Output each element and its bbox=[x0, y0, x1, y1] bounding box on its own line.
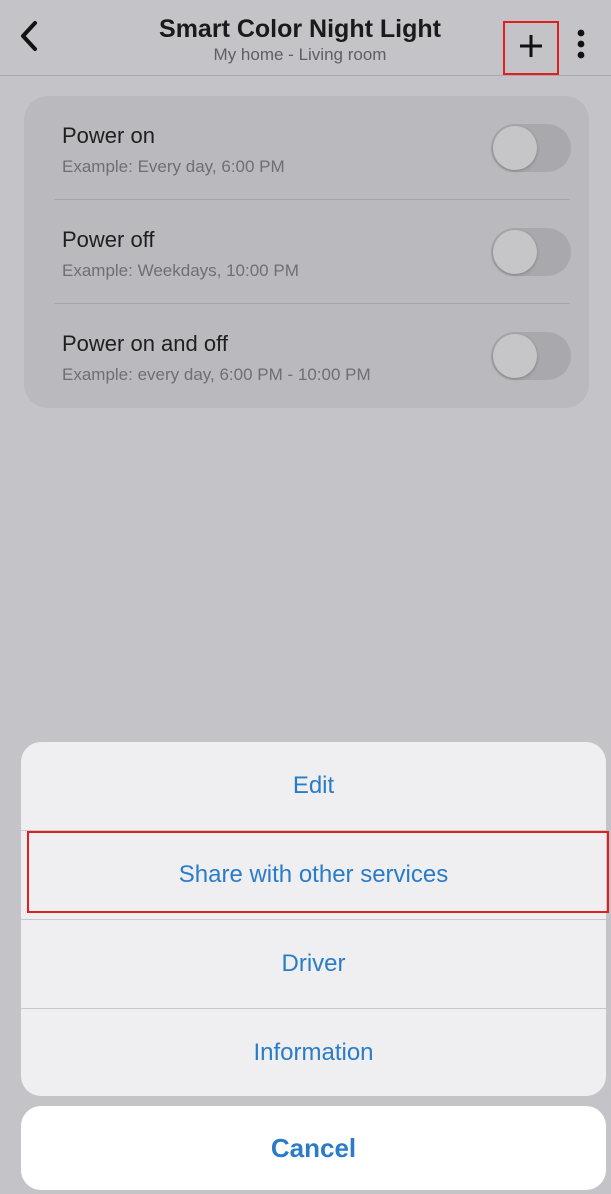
app-header: Smart Color Night Light My home - Living… bbox=[0, 0, 611, 76]
driver-option[interactable]: Driver bbox=[21, 920, 606, 1008]
share-with-other-services-option[interactable]: Share with other services bbox=[21, 831, 606, 919]
chevron-left-icon bbox=[19, 20, 39, 57]
schedule-row-power-on[interactable]: Power on Example: Every day, 6:00 PM bbox=[24, 96, 589, 200]
more-options-button[interactable] bbox=[566, 24, 596, 68]
schedule-example: Example: every day, 6:00 PM - 10:00 PM bbox=[62, 365, 371, 384]
toggle-knob bbox=[493, 230, 537, 274]
cancel-button[interactable]: Cancel bbox=[21, 1106, 606, 1190]
edit-option[interactable]: Edit bbox=[21, 742, 606, 830]
schedule-row-power-on-and-off[interactable]: Power on and off Example: every day, 6:0… bbox=[24, 304, 589, 408]
schedule-label: Power on and off bbox=[62, 331, 228, 356]
toggle-knob bbox=[493, 126, 537, 170]
schedule-row-power-off[interactable]: Power off Example: Weekdays, 10:00 PM bbox=[24, 200, 589, 304]
action-sheet: Edit Share with other services Driver In… bbox=[21, 742, 606, 1096]
power-on-toggle[interactable] bbox=[491, 124, 571, 172]
schedule-label: Power on bbox=[62, 123, 155, 148]
plus-icon bbox=[517, 32, 545, 65]
toggle-knob bbox=[493, 334, 537, 378]
power-off-toggle[interactable] bbox=[491, 228, 571, 276]
back-button[interactable] bbox=[14, 18, 44, 58]
vertical-ellipsis-icon bbox=[577, 29, 585, 64]
schedule-label: Power off bbox=[62, 227, 155, 252]
add-button[interactable] bbox=[503, 21, 559, 75]
title-block: Smart Color Night Light My home - Living… bbox=[100, 14, 500, 66]
page-subtitle: My home - Living room bbox=[213, 45, 387, 64]
power-on-and-off-toggle[interactable] bbox=[491, 332, 571, 380]
information-option[interactable]: Information bbox=[21, 1009, 606, 1096]
schedule-example: Example: Every day, 6:00 PM bbox=[62, 157, 285, 176]
schedule-card: Power on Example: Every day, 6:00 PM Pow… bbox=[24, 96, 589, 408]
page-title: Smart Color Night Light bbox=[159, 15, 441, 43]
schedule-example: Example: Weekdays, 10:00 PM bbox=[62, 261, 299, 280]
